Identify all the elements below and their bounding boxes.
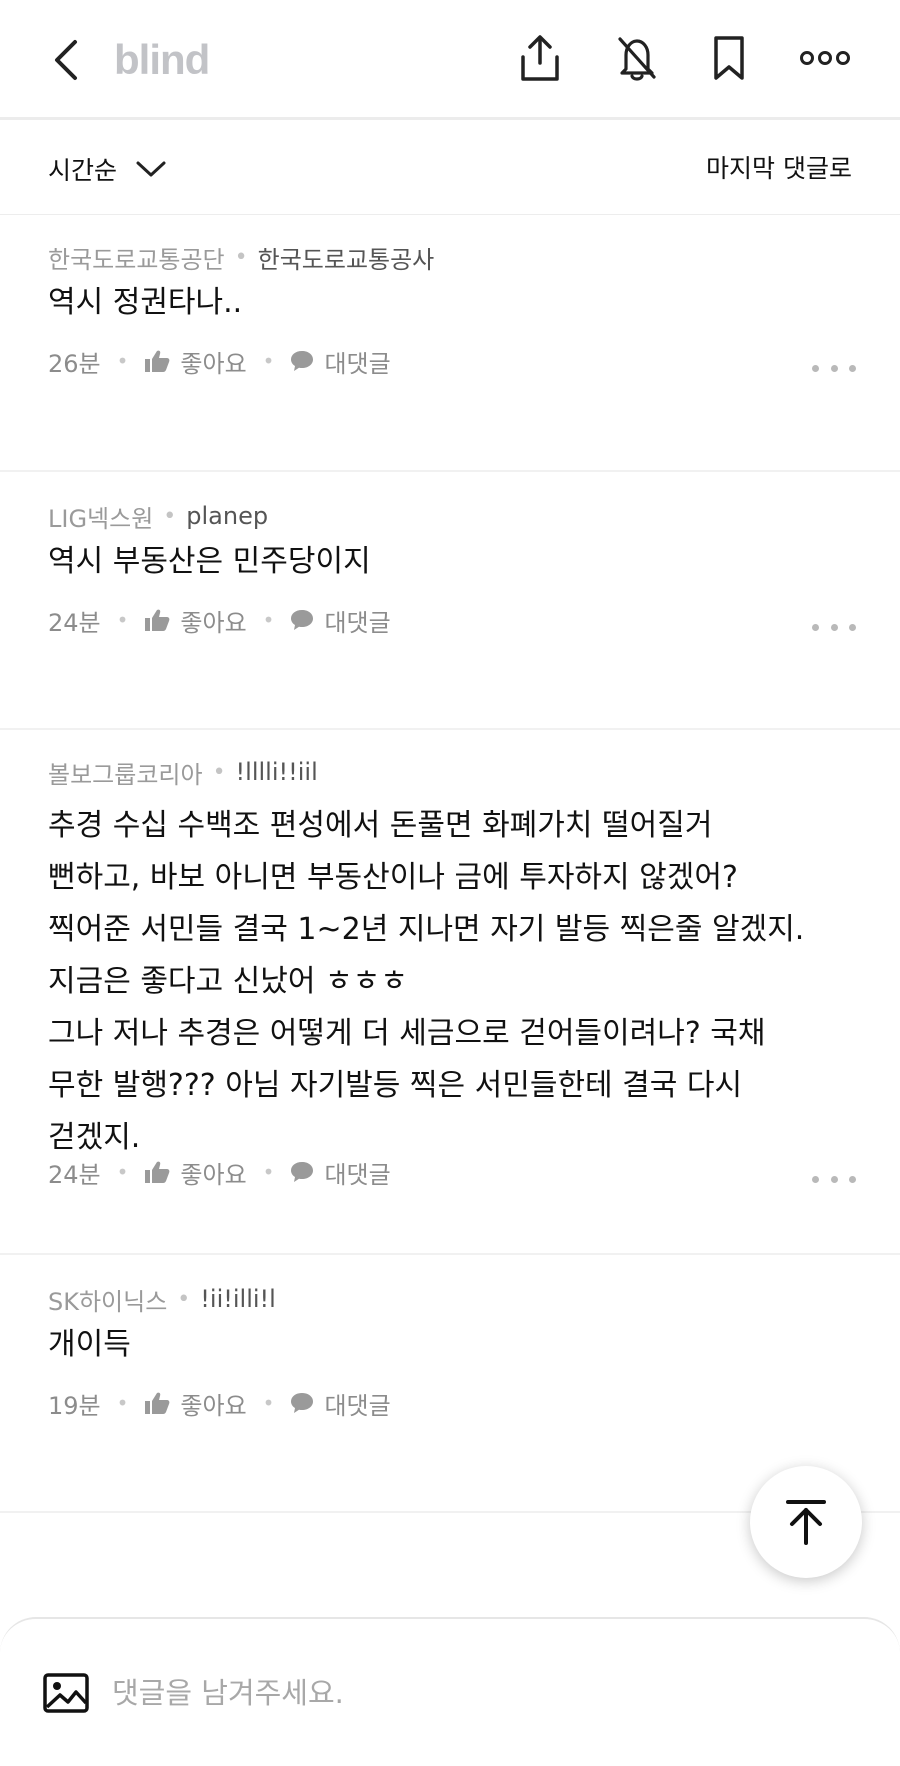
comment-nickname[interactable]: planep: [186, 502, 268, 530]
reply-button[interactable]: 대댓글: [290, 1386, 391, 1421]
like-button[interactable]: 좋아요: [144, 1386, 247, 1421]
meta-separator: •: [177, 1286, 191, 1312]
bookmark-icon: [714, 36, 744, 80]
comment-text: 역시 부동산은 민주당이지: [48, 544, 371, 579]
attach-image-button[interactable]: [42, 1669, 90, 1717]
comment-input[interactable]: [112, 1663, 852, 1723]
comment-meta: 한국도로교통공단 • 한국도로교통공사: [48, 237, 434, 277]
reply-label: 대댓글: [324, 1160, 391, 1189]
comment-company: SK하이닉스: [48, 1287, 168, 1316]
back-button[interactable]: [44, 30, 88, 90]
scroll-to-top-button[interactable]: [750, 1466, 862, 1578]
comment-item: 볼보그룹코리아 • !lllli!!iil 추경 수십 수백조 편성에서 돈풀면…: [0, 730, 900, 1255]
comment-item: 한국도로교통공단 • 한국도로교통공사 역시 정권타나.. 26분 • 좋아요 …: [0, 215, 900, 472]
bookmark-button[interactable]: [699, 28, 759, 88]
more-options-button[interactable]: [795, 28, 855, 88]
notification-toggle-button[interactable]: [607, 28, 667, 88]
sort-label: 시간순: [48, 156, 118, 185]
like-label: 좋아요: [180, 1160, 247, 1189]
comment-composer: [0, 1617, 900, 1766]
meta-separator: •: [234, 244, 248, 270]
meta-separator: •: [163, 503, 177, 529]
comment-time: 26분: [48, 349, 101, 378]
reply-label: 대댓글: [324, 349, 391, 378]
more-icon: [800, 51, 850, 65]
comment-more-button[interactable]: [812, 612, 856, 642]
sort-bar: 시간순 마지막 댓글로: [0, 123, 900, 215]
comment-item: LIG넥스원 • planep 역시 부동산은 민주당이지 24분 • 좋아요 …: [0, 472, 900, 730]
notifications-off-icon: [618, 37, 656, 81]
comment-nickname[interactable]: !lllli!!iil: [236, 758, 318, 786]
blind-logo: blind: [114, 36, 210, 83]
meta-separator: •: [212, 759, 226, 785]
reply-label: 대댓글: [324, 608, 391, 637]
comment-time: 24분: [48, 608, 101, 637]
top-app-bar: blind: [0, 0, 900, 120]
reply-label: 대댓글: [324, 1391, 391, 1420]
arrow-up-to-top-icon: [786, 1500, 826, 1545]
thumbs-up-icon: [145, 609, 170, 631]
comment-actions: 24분 • 좋아요 • 대댓글: [48, 1152, 391, 1192]
share-icon: [521, 35, 559, 81]
go-to-last-comment-button[interactable]: 마지막 댓글로: [706, 123, 852, 215]
reply-button[interactable]: 대댓글: [290, 1155, 391, 1190]
image-icon: [43, 1673, 89, 1713]
reply-button[interactable]: 대댓글: [290, 344, 391, 379]
comment-meta: 볼보그룹코리아 • !lllli!!iil: [48, 752, 318, 792]
back-icon: [55, 40, 77, 80]
like-label: 좋아요: [180, 349, 247, 378]
comment-actions: 26분 • 좋아요 • 대댓글: [48, 341, 391, 381]
thumbs-up-icon: [145, 1392, 170, 1414]
comment-nickname[interactable]: 한국도로교통공사: [258, 240, 435, 275]
comment-more-button[interactable]: [812, 353, 856, 383]
like-button[interactable]: 좋아요: [144, 344, 247, 379]
thumbs-up-icon: [145, 350, 170, 372]
comment-more-button[interactable]: [812, 1164, 856, 1194]
comment-actions: 19분 • 좋아요 • 대댓글: [48, 1383, 391, 1423]
comment-actions: 24분 • 좋아요 • 대댓글: [48, 600, 391, 640]
comment-text: 역시 정권타나..: [48, 285, 243, 320]
comment-nickname[interactable]: !ii!illi!l: [200, 1285, 276, 1313]
comment-meta: LIG넥스원 • planep: [48, 496, 268, 536]
sort-dropdown[interactable]: 시간순: [48, 123, 167, 215]
comment-company: 한국도로교통공단: [48, 245, 225, 274]
speech-bubble-icon: [291, 351, 314, 371]
share-button[interactable]: [510, 28, 570, 88]
comment-time: 24분: [48, 1160, 101, 1189]
like-button[interactable]: 좋아요: [144, 1155, 247, 1190]
like-label: 좋아요: [180, 1391, 247, 1420]
comment-list: 한국도로교통공단 • 한국도로교통공사 역시 정권타나.. 26분 • 좋아요 …: [0, 215, 900, 1513]
speech-bubble-icon: [291, 610, 314, 630]
speech-bubble-icon: [291, 1393, 314, 1413]
comment-item: SK하이닉스 • !ii!illi!l 개이득 19분 • 좋아요 • 대댓글: [0, 1255, 900, 1513]
comment-company: 볼보그룹코리아: [48, 760, 203, 789]
comment-company: LIG넥스원: [48, 504, 154, 533]
reply-button[interactable]: 대댓글: [290, 603, 391, 638]
speech-bubble-icon: [291, 1162, 314, 1182]
comment-meta: SK하이닉스 • !ii!illi!l: [48, 1279, 276, 1319]
comment-text: 개이득: [48, 1327, 131, 1362]
like-label: 좋아요: [180, 608, 247, 637]
chevron-down-icon: [136, 161, 166, 177]
comment-text: 추경 수십 수백조 편성에서 돈풀면 화폐가치 떨어질거 뻔하고, 바보 아니면…: [48, 808, 805, 1155]
comment-time: 19분: [48, 1391, 101, 1420]
thumbs-up-icon: [145, 1161, 170, 1183]
like-button[interactable]: 좋아요: [144, 603, 247, 638]
